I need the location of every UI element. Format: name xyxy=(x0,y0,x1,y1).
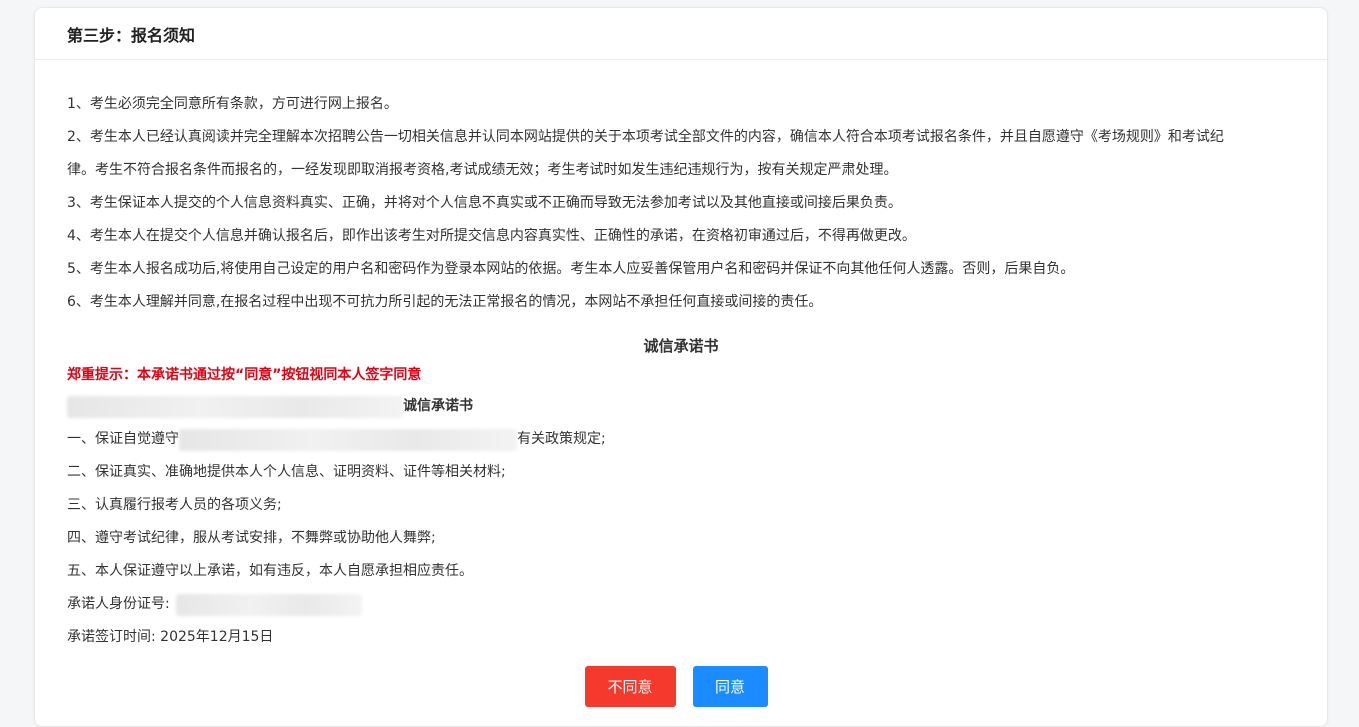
pledge-item-1: 一、保证自觉遵守 有关政策规定; xyxy=(67,423,1295,456)
pledge-item-1-prefix: 一、保证自觉遵守 xyxy=(67,431,179,447)
card-header: 第三步：报名须知 xyxy=(35,8,1327,60)
redacted-organization xyxy=(67,395,403,418)
id-label: 承诺人身份证号: xyxy=(67,596,170,612)
redacted-policy-name xyxy=(179,428,517,451)
pledge-item-3: 三、认真履行报考人员的各项义务; xyxy=(67,497,282,513)
pledge-date-line: 承诺签订时间: 2025年12月15日 xyxy=(67,629,274,645)
pledge-item-2: 二、保证真实、准确地提供本人个人信息、证明资料、证件等相关材料; xyxy=(67,464,506,480)
notice-item-5: 5、考生本人报名成功后,将使用自己设定的用户名和密码作为登录本网站的依据。考生本… xyxy=(67,261,1075,277)
pledge-subtitle: 诚信承诺书 xyxy=(67,390,1295,423)
notice-body: 1、考生必须完全同意所有条款，方可进行网上报名。 2、考生本人已经认真阅读并完全… xyxy=(35,60,1327,654)
notice-item-2: 2、考生本人已经认真阅读并完全理解本次招聘公告一切相关信息并认同本网站提供的关于… xyxy=(67,129,1224,145)
pledge-subtitle-text: 诚信承诺书 xyxy=(403,398,473,414)
pledge-item-1-suffix: 有关政策规定; xyxy=(517,431,606,447)
agree-button[interactable]: 同意 xyxy=(692,666,768,707)
notice-item-4: 4、考生本人在提交个人信息并确认报名后，即作出该考生对所提交信息内容真实性、正确… xyxy=(67,228,916,244)
notice-item-3: 3、考生保证本人提交的个人信息资料真实、正确，并将对个人信息不真实或不正确而导致… xyxy=(67,195,902,211)
step-title: 第三步：报名须知 xyxy=(67,25,196,45)
pledge-id-line: 承诺人身份证号: xyxy=(67,588,1295,621)
action-buttons: 不同意 同意 xyxy=(35,666,1327,707)
notice-item-2-cont: 律。考生不符合报名条件而报名的，一经发现即取消报考资格,考试成绩无效；考生考试时… xyxy=(67,162,898,178)
registration-notice-card: 第三步：报名须知 1、考生必须完全同意所有条款，方可进行网上报名。 2、考生本人… xyxy=(34,7,1328,727)
notice-item-1: 1、考生必须完全同意所有条款，方可进行网上报名。 xyxy=(67,96,398,112)
notice-item-6: 6、考生本人理解并同意,在报名过程中出现不可抗力所引起的无法正常报名的情况，本网… xyxy=(67,294,823,310)
redacted-id-number xyxy=(175,593,362,616)
pledge-item-4: 四、遵守考试纪律，服从考试安排，不舞弊或协助他人舞弊; xyxy=(67,530,436,546)
disagree-button[interactable]: 不同意 xyxy=(584,666,676,707)
pledge-warning: 郑重提示：本承诺书通过按“同意”按钮视同本人签字同意 xyxy=(67,367,422,383)
pledge-item-5: 五、本人保证遵守以上承诺，如有违反，本人自愿承担相应责任。 xyxy=(67,563,473,579)
pledge-heading: 诚信承诺书 xyxy=(643,337,719,355)
